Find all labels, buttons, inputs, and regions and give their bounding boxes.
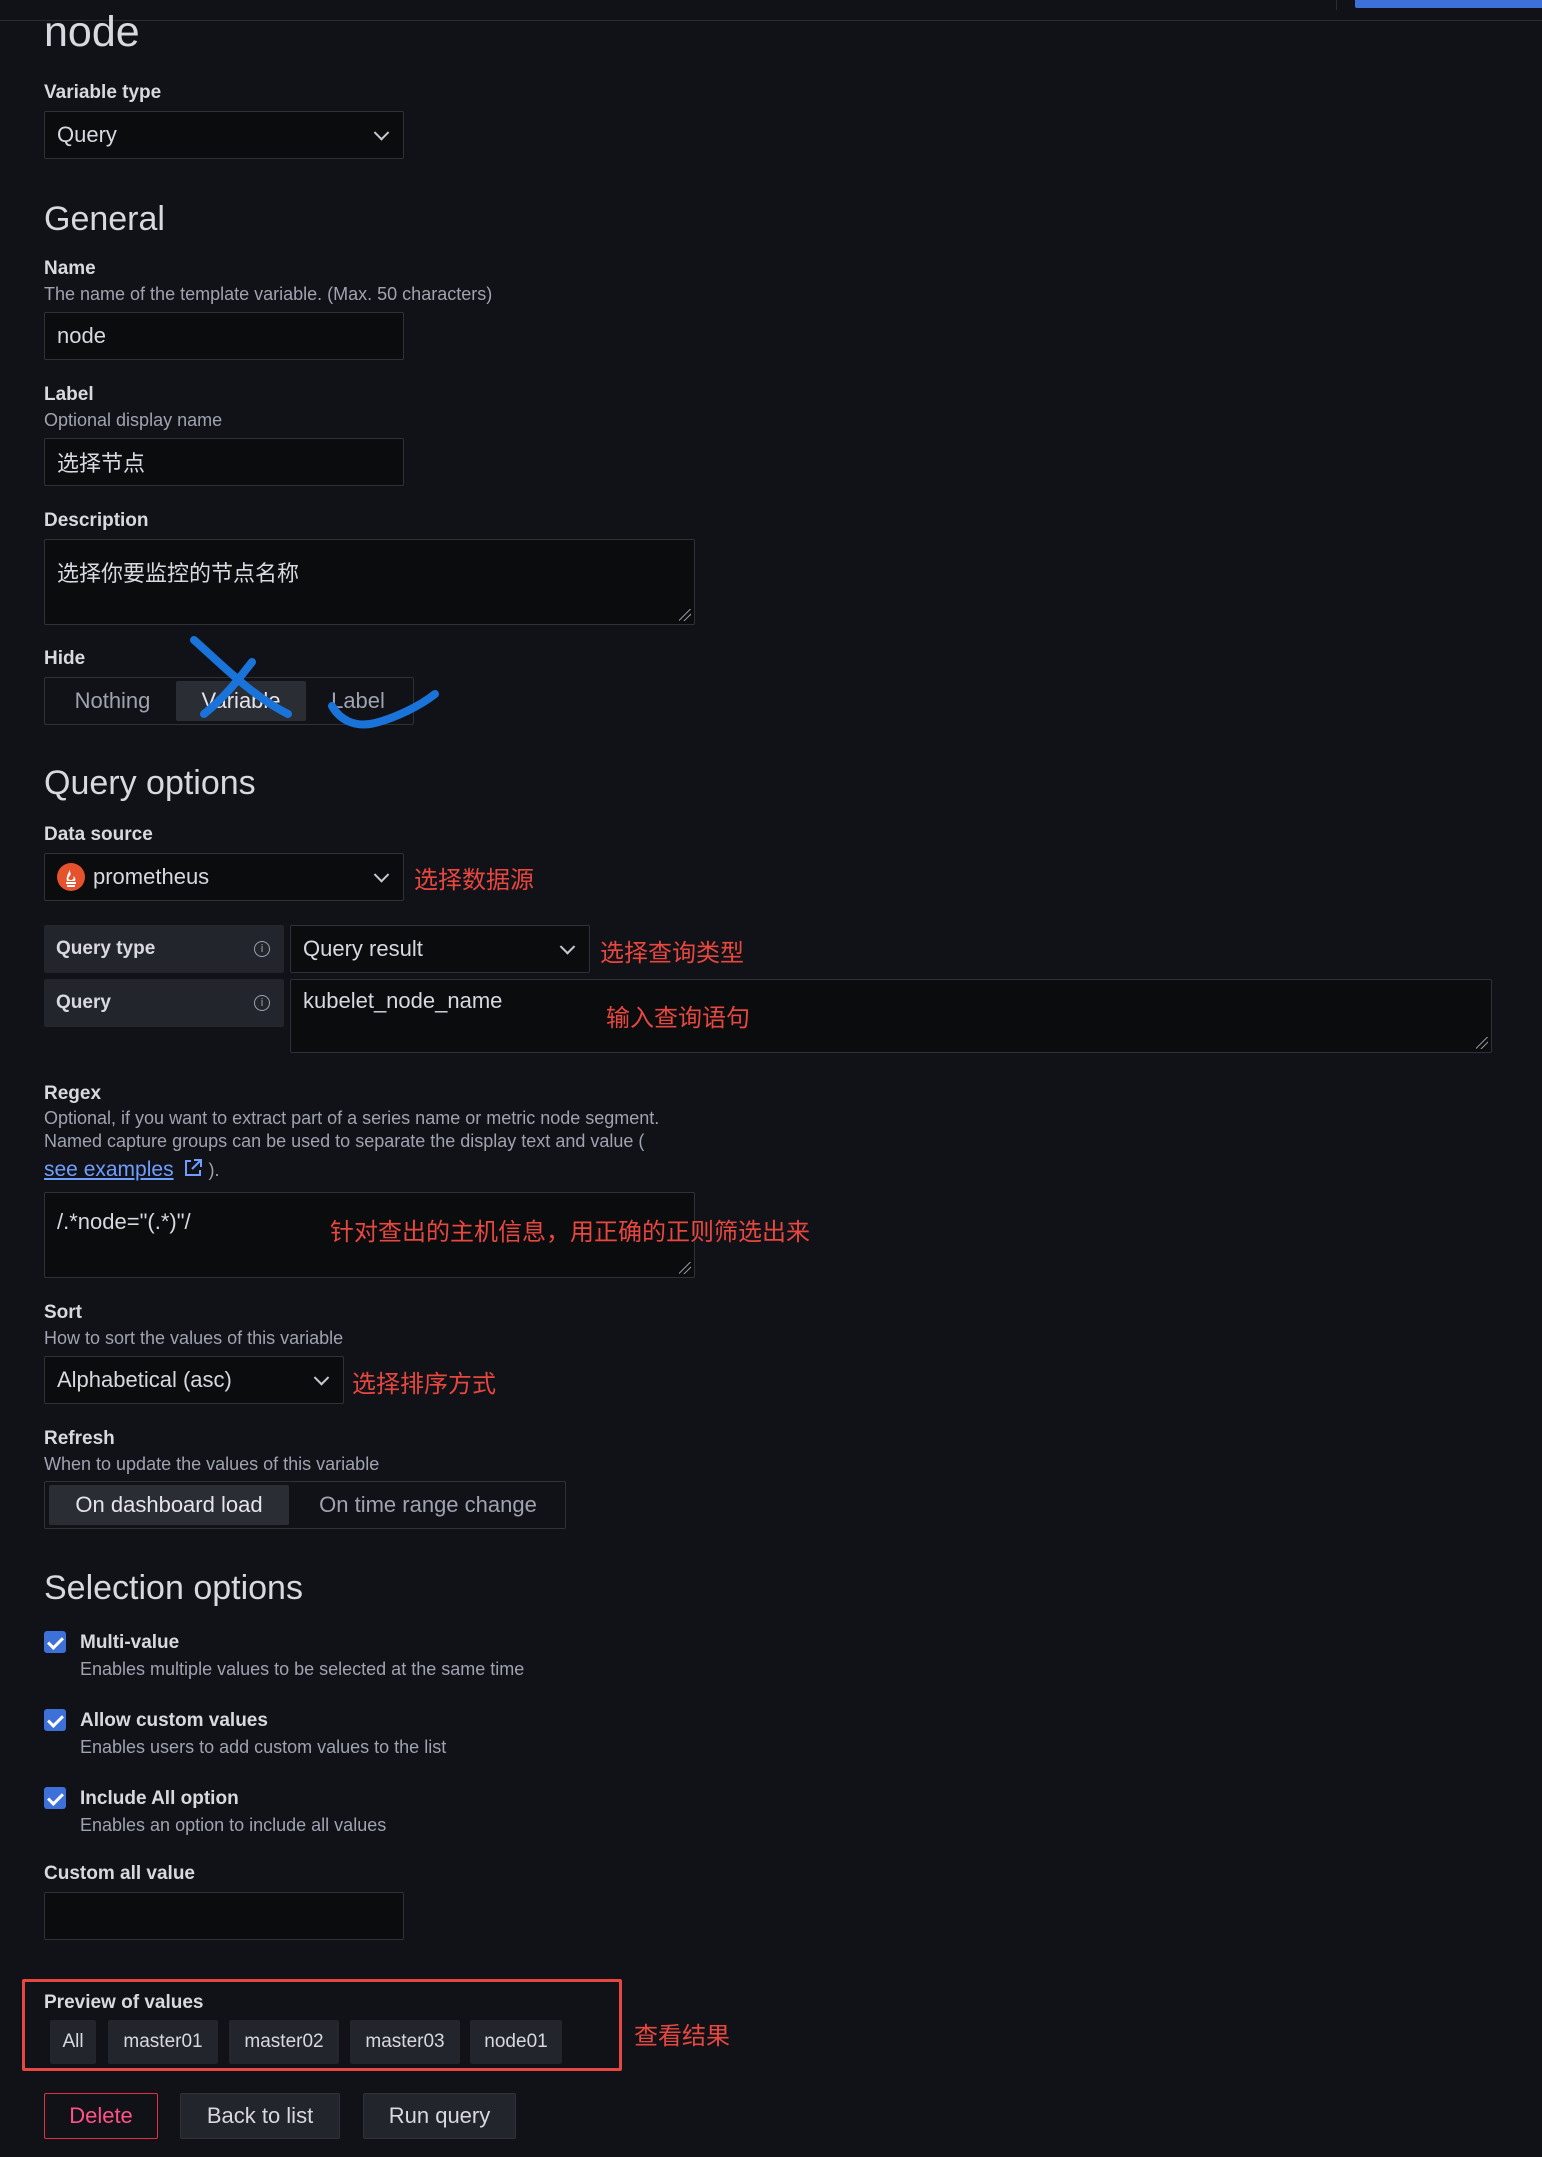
variable-type-label: Variable type xyxy=(44,82,162,103)
data-source-label: Data source xyxy=(44,824,153,845)
info-icon[interactable]: i xyxy=(254,941,270,957)
check-icon xyxy=(47,1789,64,1806)
see-examples-link[interactable]: see examples xyxy=(44,1158,174,1181)
query-textarea[interactable]: kubelet_node_name xyxy=(290,979,1492,1053)
refresh-radio-group: On dashboard load On time range change xyxy=(44,1481,566,1529)
back-to-list-button[interactable]: Back to list xyxy=(180,2093,340,2139)
name-value: node xyxy=(57,323,106,348)
preview-label: Preview of values xyxy=(44,1992,204,2013)
resize-handle-icon[interactable] xyxy=(679,609,691,621)
name-description: The name of the template variable. (Max.… xyxy=(44,284,493,304)
description-textarea[interactable]: 选择你要监控的节点名称 xyxy=(44,539,695,625)
chevron-down-icon xyxy=(373,867,390,883)
label-input[interactable]: 选择节点 xyxy=(44,438,404,486)
variable-type-value: Query xyxy=(57,122,117,147)
preview-value-chip: master03 xyxy=(350,2020,460,2064)
query-options-heading: Query options xyxy=(44,764,256,802)
data-source-select[interactable]: prometheus xyxy=(44,853,404,901)
annotation-query: 输入查询语句 xyxy=(606,1005,750,1032)
preview-value-chip: master01 xyxy=(108,2020,218,2064)
top-divider xyxy=(0,20,1542,21)
annotation-data-source: 选择数据源 xyxy=(414,867,534,894)
refresh-option-time-range-change[interactable]: On time range change xyxy=(293,1485,563,1525)
regex-examples-row: see examples ). xyxy=(44,1157,219,1182)
name-input[interactable]: node xyxy=(44,312,404,360)
hide-option-nothing[interactable]: Nothing xyxy=(49,681,176,721)
sort-select[interactable]: Alphabetical (asc) xyxy=(44,1356,344,1404)
check-icon xyxy=(47,1711,64,1728)
chevron-down-icon xyxy=(313,1370,330,1386)
check-icon xyxy=(47,1633,64,1650)
sort-value: Alphabetical (asc) xyxy=(57,1367,232,1392)
chevron-down-icon xyxy=(559,939,576,955)
query-type-select[interactable]: Query result xyxy=(290,925,590,973)
allow-custom-label: Allow custom values xyxy=(80,1710,268,1731)
hide-label: Hide xyxy=(44,648,86,669)
annotation-preview: 查看结果 xyxy=(634,2023,730,2050)
regex-suffix: ). xyxy=(208,1160,220,1180)
sort-label: Sort xyxy=(44,1302,82,1323)
prometheus-icon xyxy=(57,863,85,891)
refresh-label: Refresh xyxy=(44,1428,115,1449)
name-label: Name xyxy=(44,258,96,279)
preview-value-chip: node01 xyxy=(470,2020,562,2064)
regex-description-line2: Named capture groups can be used to sepa… xyxy=(44,1131,645,1151)
annotation-sort: 选择排序方式 xyxy=(352,1371,496,1398)
run-query-button[interactable]: Run query xyxy=(363,2093,516,2139)
annotation-query-type: 选择查询类型 xyxy=(600,940,744,967)
refresh-description: When to update the values of this variab… xyxy=(44,1454,380,1474)
label-label: Label xyxy=(44,384,94,405)
include-all-label: Include All option xyxy=(80,1788,239,1809)
selection-options-heading: Selection options xyxy=(44,1569,303,1607)
delete-button[interactable]: Delete xyxy=(44,2093,158,2139)
annotation-regex: 针对查出的主机信息，用正确的正则筛选出来 xyxy=(330,1219,810,1246)
custom-all-value-input[interactable] xyxy=(44,1892,404,1940)
data-source-value: prometheus xyxy=(93,864,210,889)
description-value: 选择你要监控的节点名称 xyxy=(57,561,300,586)
query-label-box: Query i xyxy=(44,979,284,1027)
general-heading: General xyxy=(44,200,165,238)
query-type-value: Query result xyxy=(303,936,423,961)
preview-value-chip: master02 xyxy=(229,2020,339,2064)
query-value: kubelet_node_name xyxy=(303,988,503,1013)
info-icon[interactable]: i xyxy=(254,995,270,1011)
pen-check-mark-icon xyxy=(328,690,439,729)
pen-annotation-marks xyxy=(190,636,439,729)
include-all-description: Enables an option to include all values xyxy=(80,1815,387,1835)
variable-type-select[interactable]: Query xyxy=(44,111,404,159)
query-type-label: Query type xyxy=(56,938,156,959)
sort-description: How to sort the values of this variable xyxy=(44,1328,344,1348)
allow-custom-checkbox[interactable] xyxy=(44,1709,66,1731)
label-value: 选择节点 xyxy=(57,451,146,476)
toolbar-primary-button[interactable] xyxy=(1355,0,1542,8)
resize-handle-icon[interactable] xyxy=(679,1262,691,1274)
multi-value-checkbox[interactable] xyxy=(44,1631,66,1653)
include-all-checkbox[interactable] xyxy=(44,1787,66,1809)
external-link-icon[interactable] xyxy=(182,1157,204,1179)
refresh-option-dashboard-load[interactable]: On dashboard load xyxy=(49,1485,289,1525)
toolbar-separator xyxy=(1336,0,1337,10)
query-type-label-box: Query type i xyxy=(44,925,284,973)
label-description: Optional display name xyxy=(44,410,223,430)
regex-label: Regex xyxy=(44,1083,102,1104)
allow-custom-description: Enables users to add custom values to th… xyxy=(80,1737,447,1757)
multi-value-label: Multi-value xyxy=(80,1632,180,1653)
regex-description-line1: Optional, if you want to extract part of… xyxy=(44,1108,660,1128)
multi-value-description: Enables multiple values to be selected a… xyxy=(80,1659,525,1679)
chevron-down-icon xyxy=(373,125,390,141)
query-label: Query xyxy=(56,992,111,1013)
page-title: node xyxy=(44,8,140,56)
resize-handle-icon[interactable] xyxy=(1476,1037,1488,1049)
preview-value-chip: All xyxy=(50,2020,96,2064)
description-label: Description xyxy=(44,510,149,531)
regex-value: /.*node="(.*)"/ xyxy=(57,1209,191,1234)
custom-all-value-label: Custom all value xyxy=(44,1863,195,1884)
